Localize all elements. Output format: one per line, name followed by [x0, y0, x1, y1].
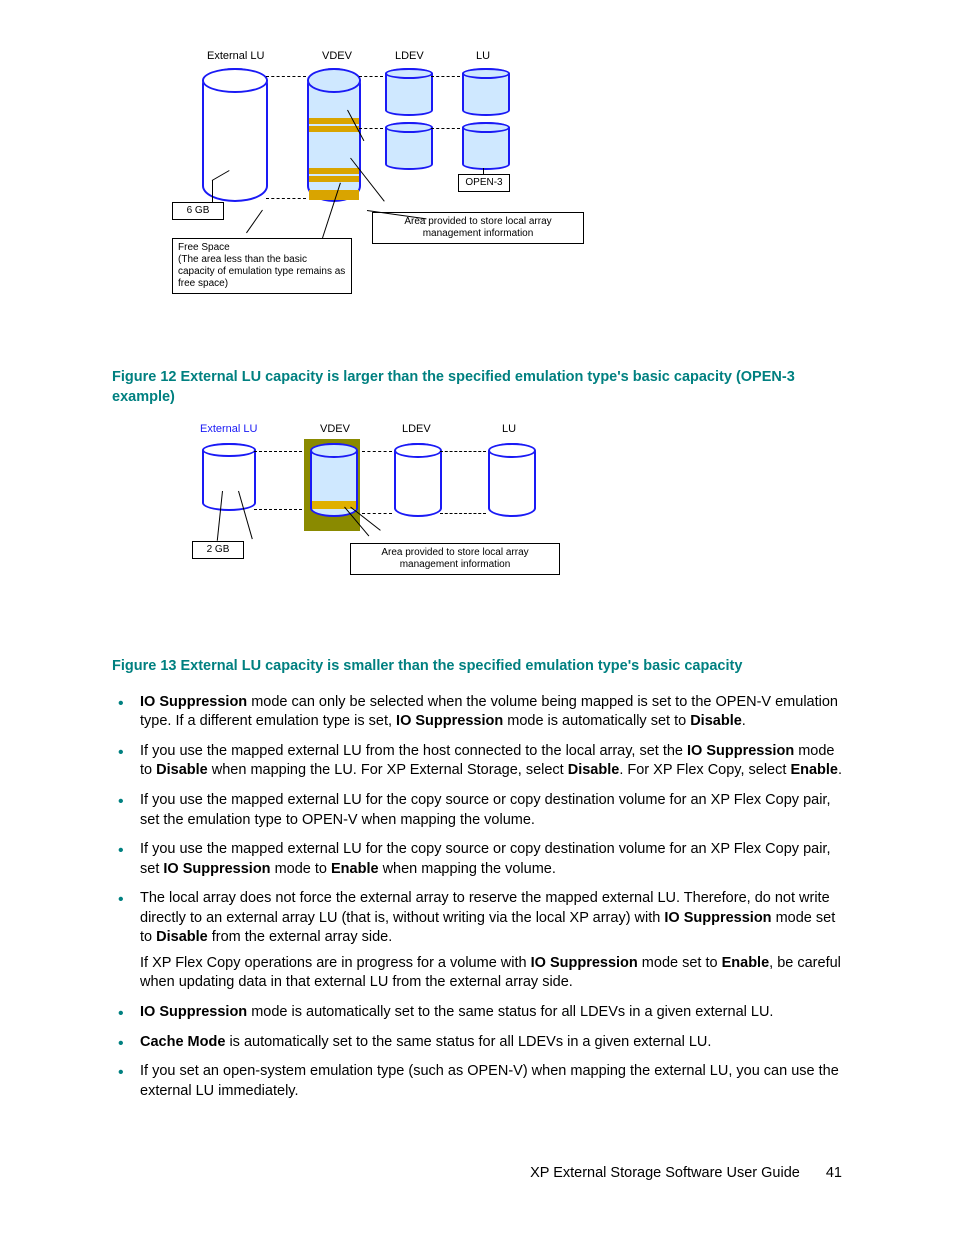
fig13-label-ldev: LDEV — [402, 423, 431, 435]
txt: Enable — [331, 861, 379, 877]
bullet-flexcopy-enable: If you use the mapped external LU for th… — [112, 840, 842, 879]
fig13-mgmt-box: Area provided to store local array manag… — [350, 543, 560, 575]
bullet-host-disable: If you use the mapped external LU from t… — [112, 742, 842, 781]
fig12-freespace-box: Free Space (The area less than the basic… — [172, 238, 352, 294]
fig12-label-external-lu: External LU — [207, 50, 264, 62]
footer-page-number: 41 — [826, 1165, 842, 1181]
txt: . — [838, 762, 842, 778]
figure-12-caption: Figure 12 External LU capacity is larger… — [112, 368, 842, 407]
txt: IO Suppression — [140, 1004, 247, 1020]
footer-title: XP External Storage Software User Guide — [530, 1165, 800, 1181]
txt: Disable — [156, 762, 208, 778]
page-footer: XP External Storage Software User Guide … — [530, 1165, 842, 1181]
fig12-open3-box: OPEN-3 — [458, 174, 510, 192]
txt: IO Suppression — [531, 955, 638, 971]
txt: Enable — [790, 762, 838, 778]
txt: If XP Flex Copy operations are in progre… — [140, 955, 531, 971]
txt: Disable — [690, 713, 742, 729]
txt: from the external array side. — [208, 929, 393, 945]
fig13-lu-cyl — [488, 443, 536, 517]
txt: If you use the mapped external LU from t… — [140, 743, 687, 759]
txt: mode to — [271, 861, 331, 877]
fig12-lu-cyl-2 — [462, 122, 510, 170]
bullet-open-system-immediate: If you set an open-system emulation type… — [112, 1062, 842, 1101]
fig12-vdev-cyl — [307, 68, 361, 202]
bullet-flexcopy-emulation: If you use the mapped external LU for th… — [112, 791, 842, 830]
txt: IO Suppression — [664, 910, 771, 926]
fig13-label-vdev: VDEV — [320, 423, 350, 435]
txt: IO Suppression — [396, 713, 503, 729]
fig13-ldev-cyl — [394, 443, 442, 517]
fig12-label-ldev: LDEV — [395, 50, 424, 62]
fig12-6gb-box: 6 GB — [172, 202, 224, 220]
figure-13-diagram: External LU VDEV LDEV LU 2 GB — [172, 423, 572, 603]
bullet-reserve-warning: The local array does not force the exter… — [112, 889, 842, 993]
txt: is automatically set to the same status … — [225, 1034, 711, 1050]
fig13-external-lu-cyl — [202, 443, 256, 511]
txt: Disable — [568, 762, 620, 778]
bullet-cache-mode-same-status: Cache Mode is automatically set to the s… — [112, 1033, 842, 1053]
txt: IO Suppression — [163, 861, 270, 877]
txt: Cache Mode — [140, 1034, 225, 1050]
fig12-lu-cyl-1 — [462, 68, 510, 116]
txt: . — [742, 713, 746, 729]
figure-13-caption: Figure 13 External LU capacity is smalle… — [112, 657, 842, 677]
txt: Enable — [722, 955, 770, 971]
fig12-mgmt-box: Area provided to store local array manag… — [372, 212, 584, 244]
txt: when mapping the LU. For XP External Sto… — [208, 762, 568, 778]
fig12-ldev-cyl-1 — [385, 68, 433, 116]
figure-12-diagram: External LU VDEV LDEV LU — [172, 50, 612, 300]
fig13-2gb-box: 2 GB — [192, 541, 244, 559]
txt: when mapping the volume. — [379, 861, 556, 877]
txt: mode is automatically set to the same st… — [247, 1004, 773, 1020]
txt: Disable — [156, 929, 208, 945]
txt: IO Suppression — [687, 743, 794, 759]
fig13-label-lu: LU — [502, 423, 516, 435]
fig13-label-external-lu: External LU — [200, 423, 257, 435]
txt: . For XP Flex Copy, select — [619, 762, 790, 778]
txt: mode is automatically set to — [503, 713, 690, 729]
txt: IO Suppression — [140, 694, 247, 710]
bullet-io-suppression-openv: IO Suppression mode can only be selected… — [112, 693, 842, 732]
bullet-io-suppression-same-status: IO Suppression mode is automatically set… — [112, 1003, 842, 1023]
fig12-label-lu: LU — [476, 50, 490, 62]
fig12-ldev-cyl-2 — [385, 122, 433, 170]
fig12-label-vdev: VDEV — [322, 50, 352, 62]
txt: mode set to — [638, 955, 722, 971]
bullet-list: IO Suppression mode can only be selected… — [112, 693, 842, 1102]
